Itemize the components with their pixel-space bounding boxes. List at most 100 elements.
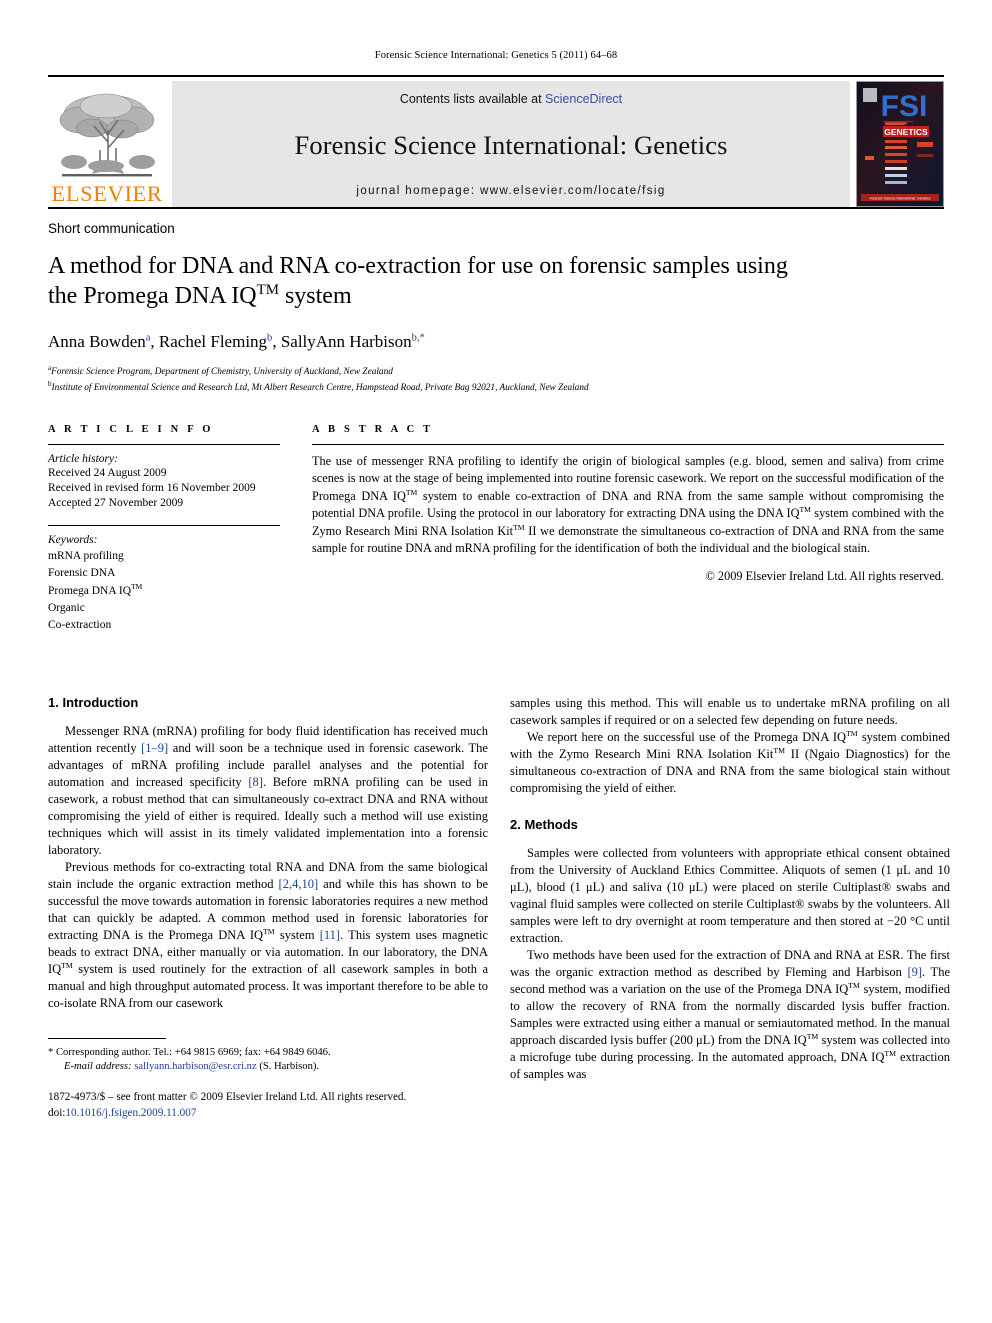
running-head: Forensic Science International: Genetics… <box>374 50 618 61</box>
email-note: E-mail address: sallyann.harbison@esr.cr… <box>48 1060 448 1075</box>
journal-cover-thumbnail: FSI GENETICS Forensic Science Internatio… <box>856 81 944 207</box>
corresponding-author-note: * Corresponding author. Tel.: +64 9815 6… <box>48 1046 448 1061</box>
abstract-copyright: © 2009 Elsevier Ireland Ltd. All rights … <box>705 568 944 583</box>
title-line-1: A method for DNA and RNA co-extraction f… <box>48 253 788 279</box>
footnote-text: Corresponding author. Tel.: +64 9815 696… <box>55 1046 331 1058</box>
article-info-rule <box>48 443 280 445</box>
paragraph-intro-1: Messenger RNA (mRNA) profiling for body … <box>48 723 488 859</box>
keyword-text: Co-extraction <box>48 618 112 631</box>
keywords-label: Keywords: <box>48 534 98 547</box>
keyword-sup: TM <box>131 581 143 591</box>
text-fragment: Two methods have been used for the extra… <box>510 947 950 979</box>
article-history-item: Received in revised form 16 November 200… <box>48 481 256 494</box>
citation-ref[interactable]: [2,4,10] <box>279 877 319 891</box>
abstract-text: The use of messenger RNA profiling to id… <box>312 453 944 558</box>
email-link[interactable]: sallyann.harbison@esr.cri.nz <box>134 1061 256 1072</box>
citation-ref[interactable]: [9] <box>907 965 922 979</box>
keywords-rule <box>48 525 280 527</box>
imprint-block: 1872-4973/$ – see front matter © 2009 El… <box>48 1090 448 1121</box>
body-columns: 1. Introduction Messenger RNA (mRNA) pro… <box>48 695 950 1121</box>
abstract-sup: TM <box>799 505 811 515</box>
title-line-2-post: system <box>278 283 352 310</box>
affiliation-text: Institute of Environmental Science and R… <box>51 383 589 394</box>
keyword-item: mRNA profiling <box>48 547 280 564</box>
body-column-right: samples using this method. This will ena… <box>510 695 950 1121</box>
text-fragment: We report here on the successful use of … <box>527 730 847 745</box>
citation-ref[interactable]: [1–9] <box>141 741 168 755</box>
email-label: E-mail address: <box>64 1061 132 1073</box>
author-name: Rachel Fleming <box>158 331 268 351</box>
svg-text:GENETICS: GENETICS <box>884 127 928 137</box>
abstract-sup: TM <box>513 522 525 532</box>
page-title: A method for DNA and RNA co-extraction f… <box>48 252 908 312</box>
trademark-sup: TM <box>846 729 858 739</box>
citation-ref[interactable]: [11] <box>320 928 340 942</box>
keyword-item: Co-extraction <box>48 616 280 633</box>
author-name: SallyAnn Harbison <box>280 331 412 351</box>
journal-title: Forensic Science International: Genetics <box>294 130 728 160</box>
footnote-block: * Corresponding author. Tel.: +64 9815 6… <box>48 1037 448 1122</box>
keyword-item: Organic <box>48 599 280 616</box>
text-fragment: system is used routinely for the extract… <box>48 961 488 1010</box>
author-name: Anna Bowden <box>48 331 146 351</box>
doi-link[interactable]: 10.1016/j.fsigen.2009.11.007 <box>65 1107 196 1119</box>
email-suffix: (S. Harbison). <box>256 1061 320 1073</box>
journal-masthead: ELSEVIER Contents lists available at Sci… <box>48 75 944 207</box>
abstract-heading: A B S T R A C T <box>312 423 434 435</box>
cover-artwork: FSI GENETICS Forensic Science Internatio… <box>857 82 943 206</box>
body-column-left: 1. Introduction Messenger RNA (mRNA) pro… <box>48 695 488 1121</box>
trademark-sup: TM <box>806 1031 819 1041</box>
article-history-item: Accepted 27 November 2009 <box>48 497 184 509</box>
title-line-2-pre: the Promega DNA IQ <box>48 283 257 310</box>
article-page: Forensic Science International: Genetics… <box>0 0 992 1323</box>
keyword-text: Organic <box>48 601 85 614</box>
info-abstract-region: A R T I C L E I N F O Article history: R… <box>48 424 944 634</box>
title-trademark-sup: TM <box>256 282 279 299</box>
trademark-sup: TM <box>773 746 786 756</box>
trademark-sup: TM <box>263 926 275 936</box>
article-history-item: Received 24 August 2009 <box>48 466 167 479</box>
affiliation-line: bInstitute of Environmental Science and … <box>48 379 944 396</box>
paragraph-intro-2: Previous methods for co-extracting total… <box>48 859 488 1012</box>
sciencedirect-link[interactable]: ScienceDirect <box>545 92 622 106</box>
author-separator: , <box>150 331 159 351</box>
svg-text:Forensic Science International: Forensic Science International: Genetics <box>870 197 931 201</box>
trademark-sup: TM <box>848 980 860 990</box>
trademark-sup: TM <box>884 1048 896 1058</box>
paragraph-methods-2: Two methods have been used for the extra… <box>510 947 950 1083</box>
svg-text:FSI: FSI <box>881 90 928 123</box>
paragraph-right-1: samples using this method. This will ena… <box>510 695 950 729</box>
footnote-marker: * <box>48 1046 54 1058</box>
citation-ref[interactable]: [8] <box>248 775 263 789</box>
title-block: Short communication A method for DNA and… <box>48 209 944 396</box>
elsevier-tree-icon <box>59 93 155 176</box>
text-fragment: system <box>274 927 320 942</box>
journal-homepage-line[interactable]: journal homepage: www.elsevier.com/locat… <box>356 185 665 197</box>
abstract-sup: TM <box>405 487 418 497</box>
keyword-text: mRNA profiling <box>48 550 124 562</box>
text-fragment: Samples were collected from volunteers w… <box>510 846 950 945</box>
affiliation-text: Forensic Science Program, Department of … <box>51 366 393 377</box>
abstract-rule <box>312 443 944 445</box>
article-info-heading: A R T I C L E I N F O <box>48 423 214 435</box>
author-separator: , <box>272 331 281 351</box>
keyword-item: Forensic DNA <box>48 564 280 581</box>
author-affil-marker[interactable]: b,* <box>412 332 425 343</box>
abstract-column: A B S T R A C T The use of messenger RNA… <box>312 424 944 634</box>
article-history-label: Article history: <box>48 452 118 465</box>
affiliation-line: aForensic Science Program, Department of… <box>48 363 944 380</box>
paragraph-methods-1: Samples were collected from volunteers w… <box>510 845 950 947</box>
trademark-sup: TM <box>61 960 73 970</box>
footnote-rule <box>48 1037 166 1039</box>
imprint-line: 1872-4973/$ – see front matter © 2009 El… <box>48 1091 407 1104</box>
section-heading-introduction: 1. Introduction <box>48 695 139 711</box>
contents-available-line: Contents lists available at ScienceDirec… <box>400 92 622 106</box>
article-type: Short communication <box>48 221 175 236</box>
text-fragment: samples using this method. This will ena… <box>510 696 950 728</box>
keyword-item: Promega DNA IQTM <box>48 582 280 599</box>
author-list: Anna Bowdena, Rachel Flemingb, SallyAnn … <box>48 332 944 352</box>
section-heading-methods: 2. Methods <box>510 817 578 833</box>
article-info-column: A R T I C L E I N F O Article history: R… <box>48 424 280 634</box>
contents-prefix: Contents lists available at <box>399 92 546 106</box>
doi-line: doi:10.1016/j.fsigen.2009.11.007 <box>48 1106 448 1121</box>
